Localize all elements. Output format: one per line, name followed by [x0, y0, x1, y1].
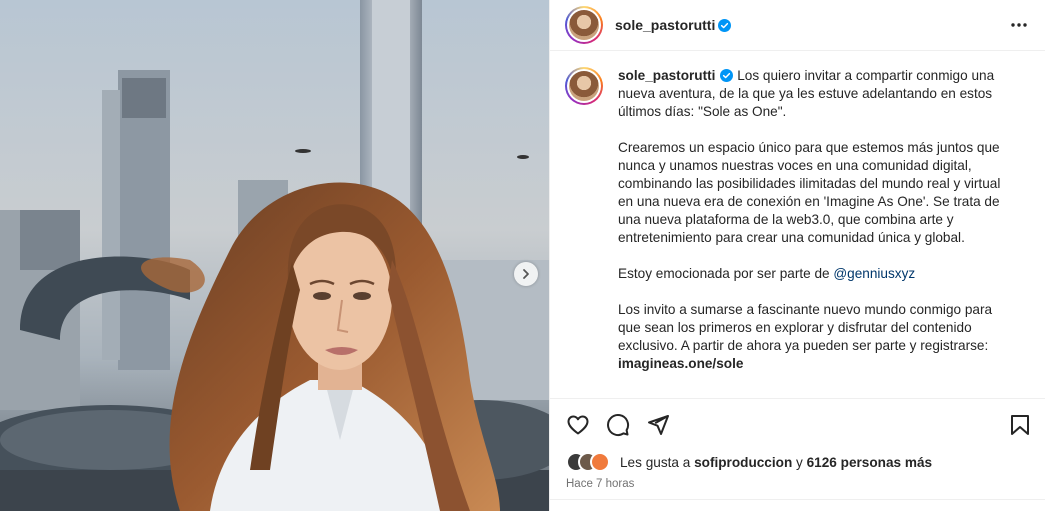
likes-count-link[interactable]: 6126 personas más	[807, 455, 932, 470]
bookmark-icon	[1011, 414, 1029, 435]
post-details-panel: sole_pastorutti sole_pastorutti Los quie…	[549, 0, 1045, 511]
mention-link[interactable]: @genniusxyz	[833, 266, 915, 281]
instagram-post: sole_pastorutti sole_pastorutti Los quie…	[0, 0, 1045, 511]
caption-paragraph-2: Crearemos un espacio único para que este…	[618, 140, 1001, 245]
caption-username[interactable]: sole_pastorutti	[618, 68, 715, 83]
like-button[interactable]	[565, 412, 591, 438]
first-liker-link[interactable]: sofiproduccion	[694, 455, 792, 470]
divider	[550, 499, 1045, 500]
author-avatar[interactable]	[565, 6, 603, 44]
author-username[interactable]: sole_pastorutti	[615, 17, 732, 33]
post-image[interactable]	[0, 0, 549, 511]
liker-avatars[interactable]	[566, 452, 618, 472]
send-icon	[648, 414, 669, 435]
more-options-icon	[1011, 23, 1027, 27]
save-button[interactable]	[1007, 412, 1033, 438]
likes-summary[interactable]: Les gusta a sofiproduccion y 6126 person…	[620, 455, 932, 470]
more-options-button[interactable]	[1007, 13, 1031, 37]
caption-author-avatar[interactable]	[565, 67, 603, 105]
profile-photo	[569, 71, 599, 101]
chevron-right-icon	[523, 269, 529, 279]
username-link[interactable]: sole_pastorutti	[615, 17, 715, 33]
caption-section: sole_pastorutti Los quiero invitar a com…	[550, 51, 1045, 398]
next-image-button[interactable]	[514, 262, 538, 286]
futuristic-city-portrait-image	[0, 0, 549, 511]
external-link[interactable]: imagineas.one/sole	[618, 356, 743, 371]
post-header: sole_pastorutti	[550, 0, 1045, 51]
action-bar	[550, 398, 1045, 450]
verified-badge-icon	[720, 69, 734, 82]
likes-conjunction: y	[796, 454, 803, 470]
post-caption: sole_pastorutti Los quiero invitar a com…	[618, 67, 1018, 398]
likes-prefix: Les gusta a	[620, 454, 691, 470]
caption-paragraph-4: Los invito a sumarse a fascinante nuevo …	[618, 302, 993, 353]
likes-row: Les gusta a sofiproduccion y 6126 person…	[550, 450, 1045, 474]
comment-icon	[607, 413, 630, 436]
profile-photo	[569, 10, 599, 40]
liker-avatar	[590, 452, 610, 472]
post-timestamp[interactable]: Hace 7 horas	[550, 478, 1045, 500]
comment-button[interactable]	[605, 412, 631, 438]
share-button[interactable]	[645, 412, 671, 438]
verified-badge-icon	[718, 19, 732, 32]
caption-paragraph-3: Estoy emocionada por ser parte de	[618, 266, 830, 281]
heart-icon	[567, 415, 589, 434]
